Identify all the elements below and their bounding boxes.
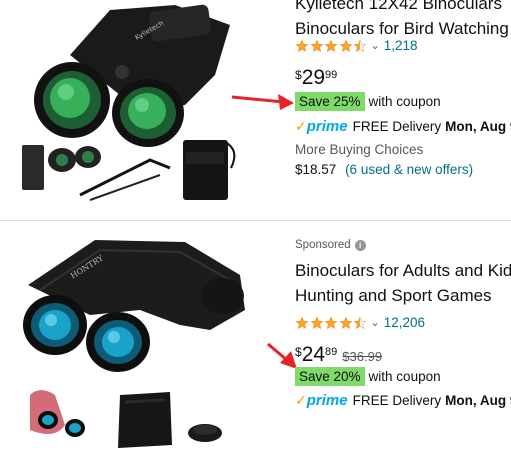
more-buying-choices-row: $18.57 (6 used & new offers): [295, 162, 473, 177]
review-count-link[interactable]: 12,206: [384, 315, 425, 330]
star-full-icon: [295, 39, 309, 52]
product-title-line[interactable]: Hunting and Sport Games: [295, 283, 511, 308]
star-full-icon: [310, 39, 323, 52]
prime-check-icon: ✓: [295, 118, 307, 134]
price-1[interactable]: $ 29 99: [295, 66, 337, 90]
product-image-2[interactable]: HONTRY: [0, 230, 280, 454]
chevron-down-icon[interactable]: ⌄: [371, 316, 380, 329]
prime-logo: prime: [306, 392, 348, 409]
list-price: $36.99: [342, 349, 383, 364]
star-half-icon: [353, 316, 367, 329]
star-full-icon: [324, 316, 338, 329]
rating-row-1[interactable]: ⌄ 1,218: [295, 38, 418, 53]
coupon-badge[interactable]: Save 20%: [295, 367, 365, 386]
star-full-icon: [295, 316, 309, 329]
prime-check-icon: ✓: [295, 392, 307, 408]
chevron-down-icon[interactable]: ⌄: [371, 39, 380, 52]
star-full-icon: [310, 316, 323, 329]
delivery-text: FREE Delivery: [352, 119, 442, 134]
prime-logo: prime: [306, 118, 348, 135]
more-buying-choices-label: More Buying Choices: [295, 142, 424, 157]
prime-delivery-1: ✓ prime FREE Delivery Mon, Aug 9: [295, 118, 511, 135]
info-icon[interactable]: i: [354, 239, 366, 251]
coupon-1[interactable]: Save 25% with coupon: [295, 92, 441, 111]
product-title-line[interactable]: Kylietech 12X42 Binoculars: [295, 0, 509, 16]
coupon-text: with coupon: [368, 369, 441, 384]
price-fraction: 89: [325, 346, 338, 358]
delivery-date: Mon, Aug 9: [445, 393, 511, 408]
binoculars-2-image: HONTRY: [23, 240, 245, 448]
price-fraction: 99: [325, 69, 338, 81]
product-title-1[interactable]: Kylietech 12X42 Binoculars Binoculars fo…: [295, 0, 509, 41]
product-title-2[interactable]: Binoculars for Adults and Kids Hunting a…: [295, 258, 511, 308]
star-full-icon: [339, 39, 352, 52]
star-half-icon: [353, 39, 367, 52]
used-price: $18.57: [295, 162, 337, 177]
price-2[interactable]: $ 24 89 $36.99: [295, 343, 382, 367]
review-count-link[interactable]: 1,218: [384, 38, 418, 53]
product-title-line[interactable]: Binoculars for Adults and Kids: [295, 258, 511, 283]
star-full-icon: [339, 316, 352, 329]
delivery-text: FREE Delivery: [352, 393, 442, 408]
price-whole: 29: [301, 66, 326, 89]
delivery-date: Mon, Aug 9: [445, 119, 511, 134]
prime-delivery-2: ✓ prime FREE Delivery Mon, Aug 9: [295, 392, 511, 409]
coupon-2[interactable]: Save 20% with coupon: [295, 367, 441, 386]
sponsored-label[interactable]: Sponsored i: [295, 239, 366, 251]
price-currency: $: [295, 68, 302, 82]
price-whole: 24: [301, 343, 326, 366]
star-full-icon: [324, 39, 338, 52]
results-divider: [0, 220, 511, 221]
sponsored-text: Sponsored: [295, 239, 351, 251]
offers-link[interactable]: (6 used & new offers): [345, 162, 473, 177]
rating-row-2[interactable]: ⌄ 12,206: [295, 315, 425, 330]
red-arrow-annotation-1: [231, 94, 294, 110]
coupon-text: with coupon: [368, 94, 441, 109]
coupon-badge[interactable]: Save 25%: [295, 92, 365, 111]
